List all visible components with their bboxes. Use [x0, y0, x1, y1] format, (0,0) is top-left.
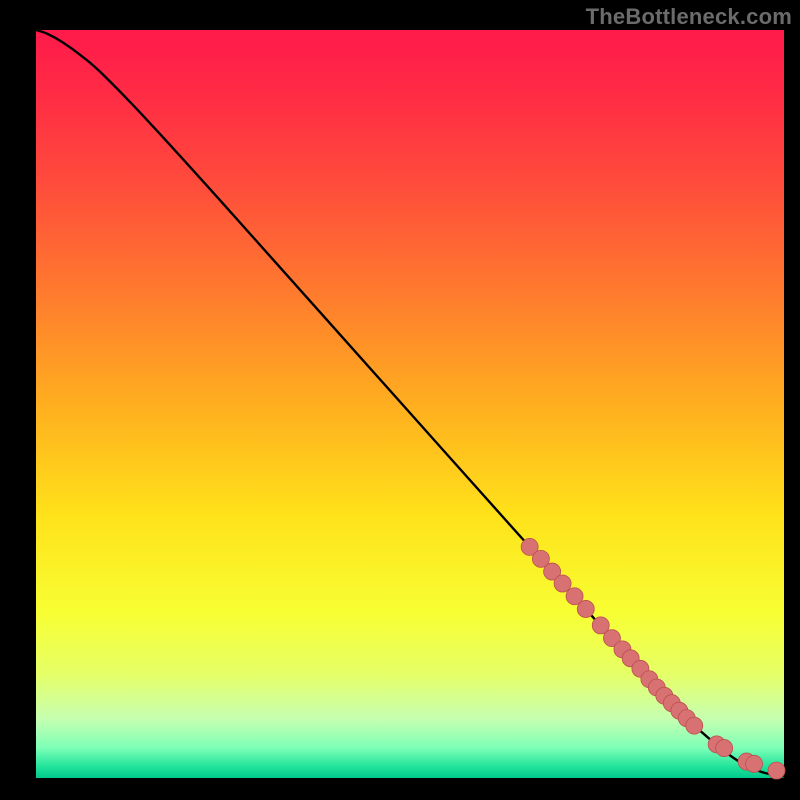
watermark-text: TheBottleneck.com [586, 4, 792, 30]
plot-background [36, 30, 784, 778]
chart-stage: TheBottleneck.com [0, 0, 800, 800]
data-marker [686, 717, 703, 734]
data-marker [554, 575, 571, 592]
data-marker [746, 755, 763, 772]
data-marker [768, 762, 785, 779]
data-marker [577, 600, 594, 617]
data-marker [716, 740, 733, 757]
chart-svg [0, 0, 800, 800]
